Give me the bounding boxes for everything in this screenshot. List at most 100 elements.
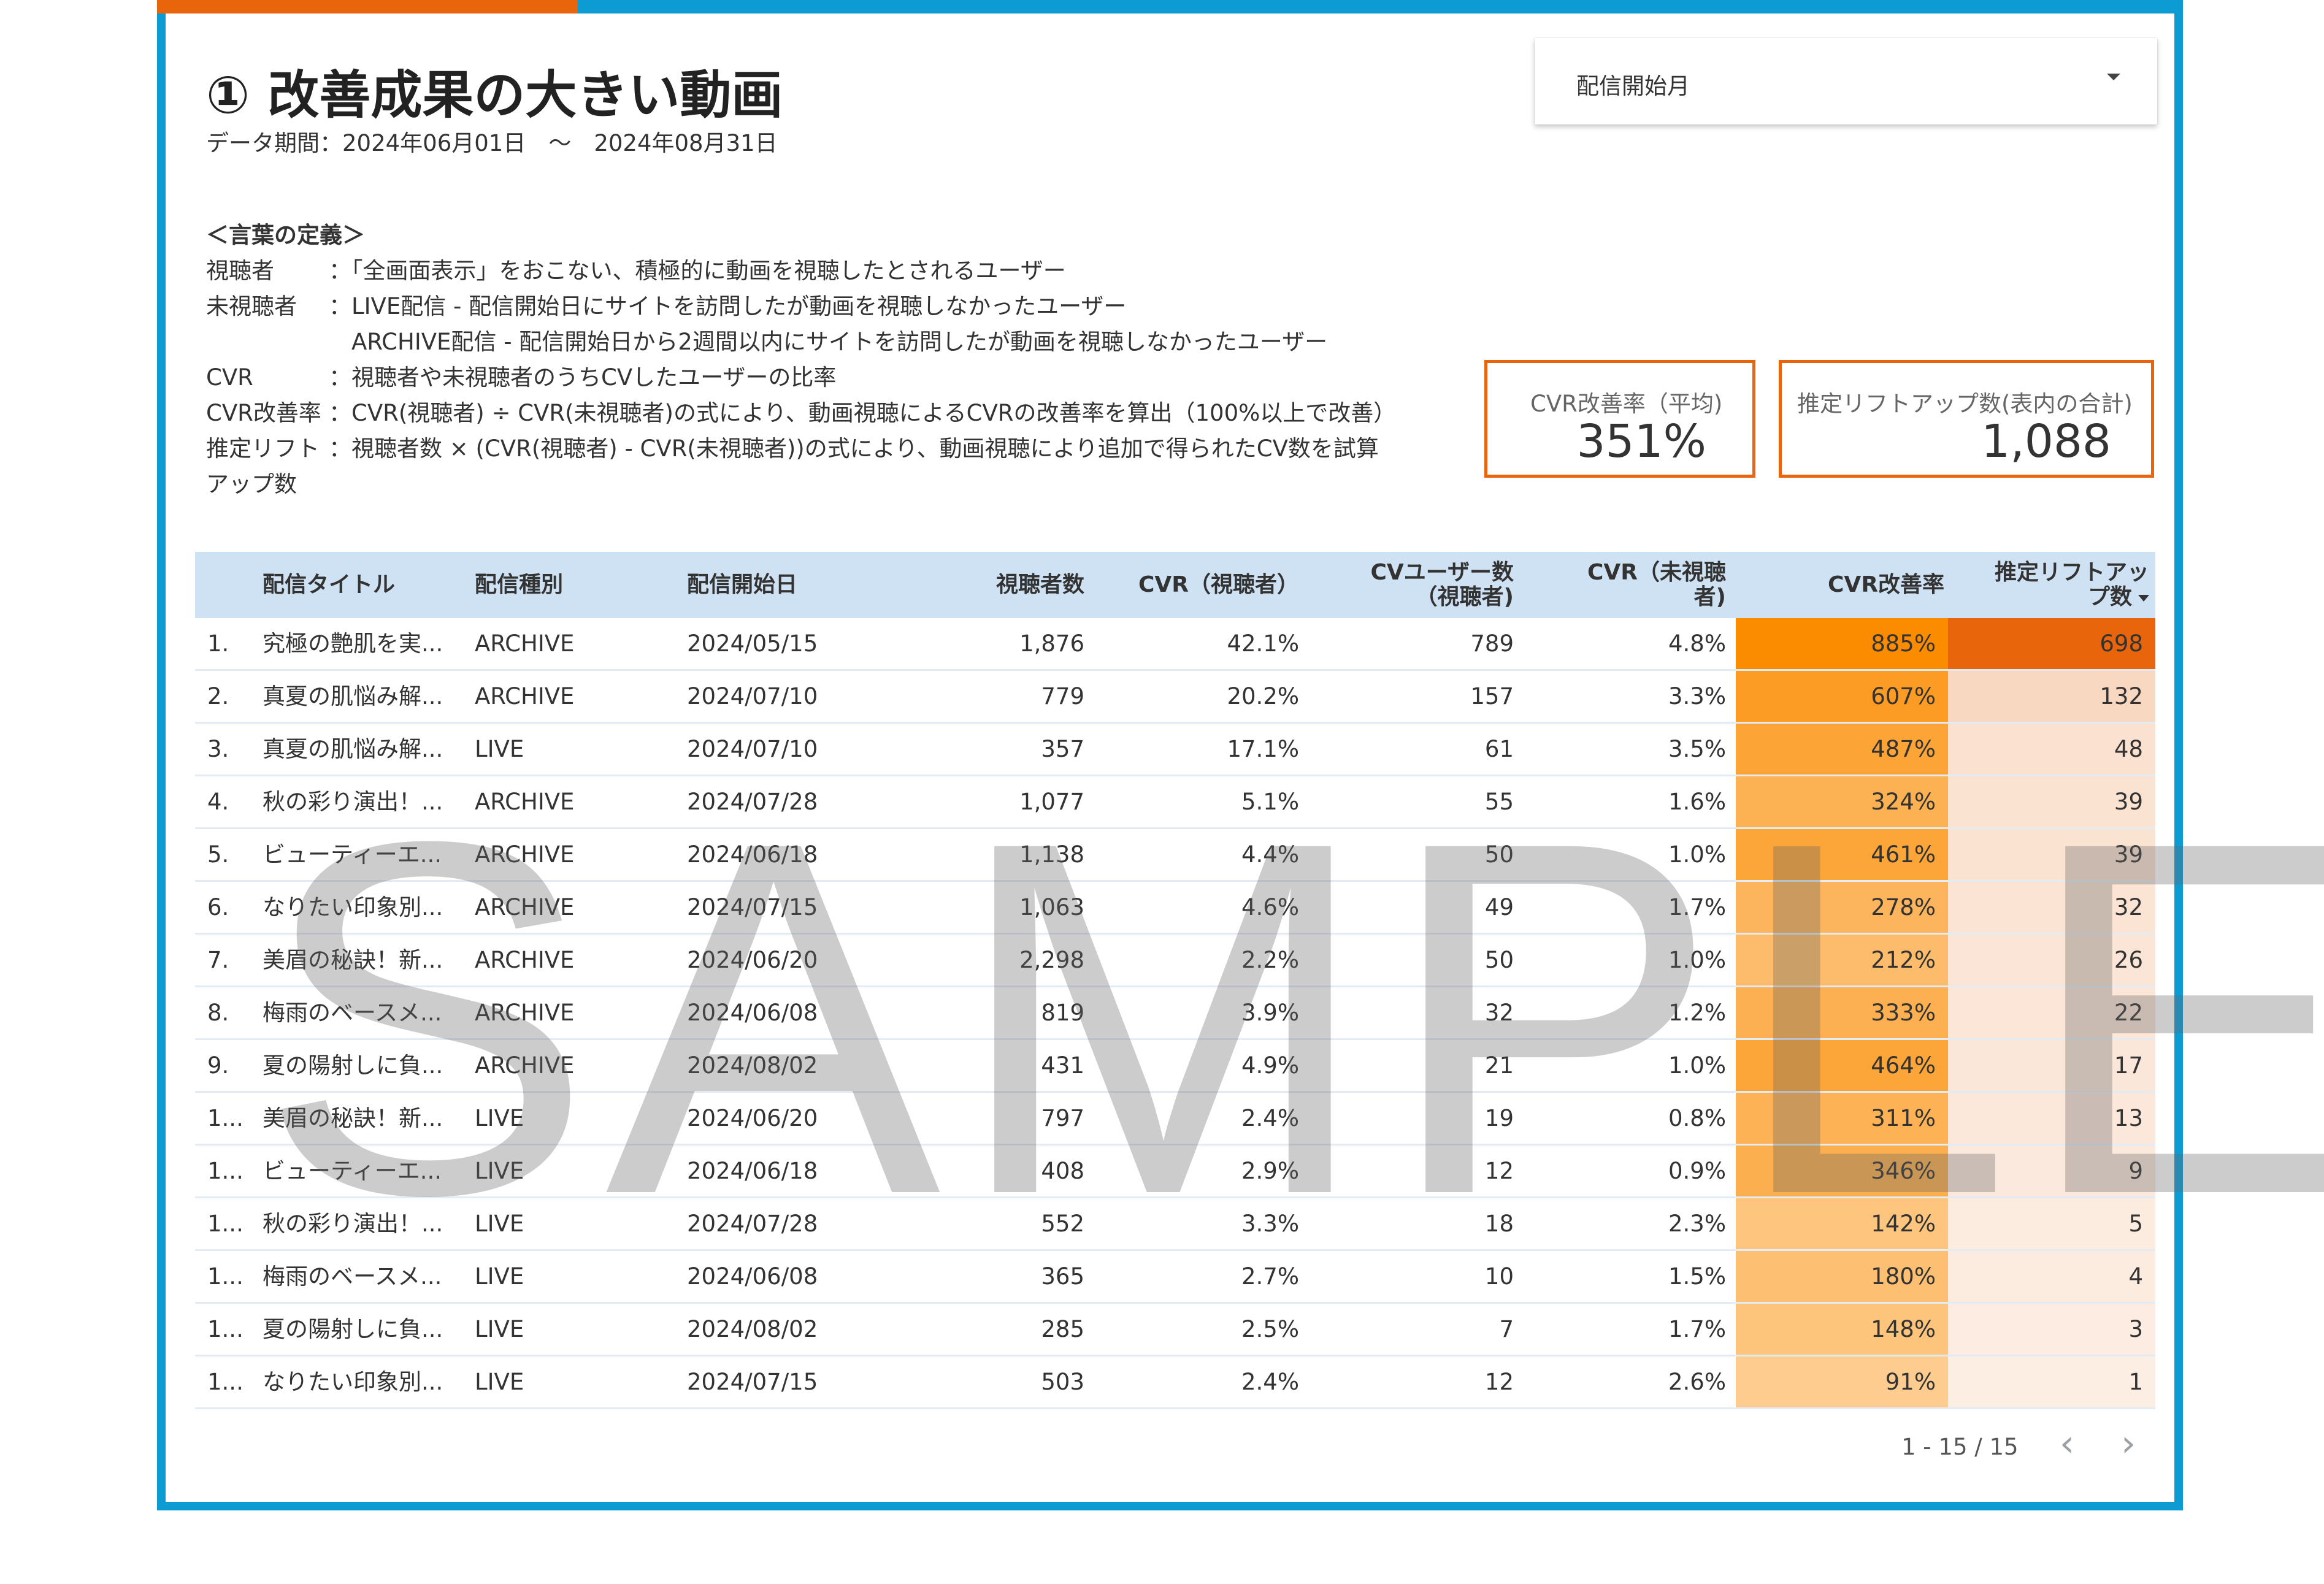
cell-cv-users: 157 bbox=[1470, 683, 1514, 710]
cell-type: ARCHIVE bbox=[475, 683, 575, 710]
cell-date: 2024/06/20 bbox=[687, 1105, 818, 1131]
cell-title: 真夏の肌悩み解... bbox=[263, 736, 443, 762]
chevron-left-icon[interactable]: ‹ bbox=[2049, 1425, 2085, 1463]
table-row[interactable]: 8. 梅雨のベースメ... ARCHIVE 2024/06/08 819 3.9% 32 1.… bbox=[195, 987, 2155, 1040]
cell-cvr-non-viewer: 0.8% bbox=[1668, 1105, 1726, 1131]
cell-title: 夏の陽射しに負... bbox=[263, 1316, 443, 1342]
cell-title: 梅雨のベースメ... bbox=[263, 1263, 442, 1290]
cell-rank: 1... bbox=[207, 1369, 244, 1395]
definition-row: アップ数 bbox=[206, 467, 1433, 502]
column-header-title[interactable]: 配信タイトル bbox=[263, 552, 422, 618]
cell-rank: 6. bbox=[207, 894, 229, 920]
cell-type: ARCHIVE bbox=[475, 947, 575, 973]
cell-estimated-lift: 48 bbox=[1948, 724, 2155, 775]
cell-date: 2024/07/10 bbox=[687, 683, 818, 710]
cell-cvr-viewer: 2.2% bbox=[1241, 947, 1299, 973]
cell-rank: 1... bbox=[207, 1211, 244, 1237]
cell-cvr-viewer: 2.4% bbox=[1241, 1105, 1299, 1131]
cell-type: LIVE bbox=[475, 1316, 524, 1342]
frame-accent-bar bbox=[157, 0, 578, 13]
cell-estimated-lift: 13 bbox=[1948, 1093, 2155, 1144]
table-row[interactable]: 7. 美眉の秘訣！新... ARCHIVE 2024/06/20 2,298 2.2% 50… bbox=[195, 935, 2155, 987]
cell-viewers: 285 bbox=[1041, 1316, 1084, 1342]
table-row[interactable]: 5. ビューティーエ... ARCHIVE 2024/06/18 1,138 4.4% 50… bbox=[195, 829, 2155, 882]
cell-type: ARCHIVE bbox=[475, 894, 575, 920]
cell-rank: 9. bbox=[207, 1052, 229, 1079]
column-header-type[interactable]: 配信種別 bbox=[475, 552, 610, 618]
cell-cvr-viewer: 3.3% bbox=[1241, 1211, 1299, 1237]
column-header-cvr-non-viewer[interactable]: CVR（未視聴 者) bbox=[1532, 552, 1726, 618]
cell-viewers: 1,876 bbox=[1019, 630, 1084, 657]
cell-cvr-non-viewer: 2.3% bbox=[1668, 1211, 1726, 1237]
chevron-right-icon[interactable]: › bbox=[2110, 1425, 2147, 1463]
cell-cvr-viewer: 4.4% bbox=[1241, 841, 1299, 868]
cell-viewers: 408 bbox=[1041, 1158, 1084, 1184]
table-row[interactable]: 1... なりたい印象別... LIVE 2024/07/15 503 2.4% 12 2.6… bbox=[195, 1356, 2155, 1409]
table-row[interactable]: 1... 夏の陽射しに負... LIVE 2024/08/02 285 2.5% 7 1.7%… bbox=[195, 1304, 2155, 1356]
column-header-viewers[interactable]: 視聴者数 bbox=[962, 552, 1084, 618]
cell-viewers: 431 bbox=[1041, 1052, 1084, 1079]
table-row[interactable]: 1... 美眉の秘訣！新... LIVE 2024/06/20 797 2.4% 19 0.8… bbox=[195, 1093, 2155, 1146]
cell-type: LIVE bbox=[475, 1211, 524, 1237]
cell-cvr-improvement: 461% bbox=[1736, 829, 1948, 880]
cell-title: 美眉の秘訣！新... bbox=[263, 1105, 443, 1131]
definition-row: 未視聴者 ：LIVE配信 - 配信開始日にサイトを訪問したが動画を視聴しなかったユ… bbox=[206, 289, 1433, 324]
cell-rank: 1... bbox=[207, 1158, 244, 1184]
cell-cv-users: 32 bbox=[1484, 1000, 1514, 1026]
cell-cv-users: 10 bbox=[1484, 1263, 1514, 1290]
pagination-label: 1 - 15 / 15 bbox=[1901, 1434, 2019, 1460]
cell-title: なりたい印象別... bbox=[263, 894, 443, 920]
column-header-cvr-viewer[interactable]: CVR（視聴者） bbox=[1097, 552, 1299, 618]
cell-cvr-viewer: 3.9% bbox=[1241, 1000, 1299, 1026]
definition-desc: ARCHIVE配信 - 配信開始日から2週間以内にサイトを訪問したが動画を視聴し… bbox=[329, 329, 1328, 355]
definition-desc: ：「全画面表示」をおこない、積極的に動画を視聴したとされるユーザー bbox=[329, 258, 1066, 284]
table-row[interactable]: 1... ビューティーエ... LIVE 2024/06/18 408 2.9% 12 0.9… bbox=[195, 1146, 2155, 1198]
column-header-date[interactable]: 配信開始日 bbox=[687, 552, 834, 618]
definition-row: CVR ：視聴者や未視聴者のうちCVしたユーザーの比率 bbox=[206, 360, 1433, 396]
cell-rank: 1... bbox=[207, 1105, 244, 1131]
cell-rank: 4. bbox=[207, 789, 229, 815]
cell-title: 究極の艶肌を実... bbox=[263, 630, 443, 657]
table-row[interactable]: 4. 秋の彩り演出！... ARCHIVE 2024/07/28 1,077 5.1% 55… bbox=[195, 776, 2155, 829]
chevron-down-icon[interactable] bbox=[2107, 74, 2120, 80]
cell-cvr-viewer: 20.2% bbox=[1227, 683, 1299, 710]
delivery-month-filter[interactable]: 配信開始月 bbox=[1535, 38, 2157, 124]
column-header-line-text: プ数 bbox=[2087, 584, 2132, 610]
cell-cvr-viewer: 2.5% bbox=[1241, 1316, 1299, 1342]
table-row[interactable]: 6. なりたい印象別... ARCHIVE 2024/07/15 1,063 4.6% 49… bbox=[195, 882, 2155, 935]
definition-term: 推定リフト bbox=[206, 435, 320, 462]
table-row[interactable]: 1. 究極の艶肌を実... ARCHIVE 2024/05/15 1,876 42.1% 7… bbox=[195, 618, 2155, 671]
cell-estimated-lift: 132 bbox=[1948, 671, 2155, 722]
cell-cvr-improvement: 91% bbox=[1736, 1356, 1948, 1407]
cell-cvr-non-viewer: 1.2% bbox=[1668, 1000, 1726, 1026]
table-row[interactable]: 2. 真夏の肌悩み解... ARCHIVE 2024/07/10 779 20.2% 157… bbox=[195, 671, 2155, 724]
definition-row: ARCHIVE配信 - 配信開始日から2週間以内にサイトを訪問したが動画を視聴し… bbox=[206, 324, 1433, 360]
table-row[interactable]: 9. 夏の陽射しに負... ARCHIVE 2024/08/02 431 4.9% 21 1.… bbox=[195, 1040, 2155, 1093]
definition-term: CVR bbox=[206, 364, 253, 391]
sort-descending-icon[interactable] bbox=[2138, 594, 2149, 602]
column-header-cv-users[interactable]: CVユーザー数 （視聴者) bbox=[1311, 552, 1514, 618]
estimated-lift-total-scorecard: 推定リフトアップ数(表内の合計) 1,088 bbox=[1779, 360, 2154, 478]
cell-cv-users: 49 bbox=[1484, 894, 1514, 920]
cell-cvr-improvement: 346% bbox=[1736, 1146, 1948, 1196]
cell-cvr-viewer: 2.9% bbox=[1241, 1158, 1299, 1184]
definition-row: 推定リフト ：視聴者数 × (CVR(視聴者) - CVR(未視聴者))の式により… bbox=[206, 431, 1433, 467]
cell-cv-users: 55 bbox=[1484, 789, 1514, 815]
cell-cvr-viewer: 5.1% bbox=[1241, 789, 1299, 815]
table-row[interactable]: 3. 真夏の肌悩み解... LIVE 2024/07/10 357 17.1% 61 3.5%… bbox=[195, 724, 2155, 776]
cell-cv-users: 50 bbox=[1484, 841, 1514, 868]
cell-viewers: 503 bbox=[1041, 1369, 1084, 1395]
cell-cvr-non-viewer: 3.3% bbox=[1668, 683, 1726, 710]
definition-term: 未視聴者 bbox=[206, 293, 297, 319]
cell-date: 2024/05/15 bbox=[687, 630, 818, 657]
cell-rank: 1... bbox=[207, 1263, 244, 1290]
column-header-cvr-improvement[interactable]: CVR改善率 bbox=[1747, 552, 1944, 618]
cell-type: LIVE bbox=[475, 1263, 524, 1290]
definition-term: CVR改善率 bbox=[206, 400, 321, 426]
table-row[interactable]: 1... 梅雨のベースメ... LIVE 2024/06/08 365 2.7% 10 1.5… bbox=[195, 1251, 2155, 1304]
cell-viewers: 1,063 bbox=[1019, 894, 1084, 920]
column-header-estimated-lift[interactable]: 推定リフトアッ プ数 bbox=[1955, 552, 2149, 618]
scorecard-label: 推定リフトアップ数(表内の合計) bbox=[1797, 391, 2133, 417]
cell-cv-users: 50 bbox=[1484, 947, 1514, 973]
table-row[interactable]: 1... 秋の彩り演出！... LIVE 2024/07/28 552 3.3% 18 2.3… bbox=[195, 1198, 2155, 1251]
